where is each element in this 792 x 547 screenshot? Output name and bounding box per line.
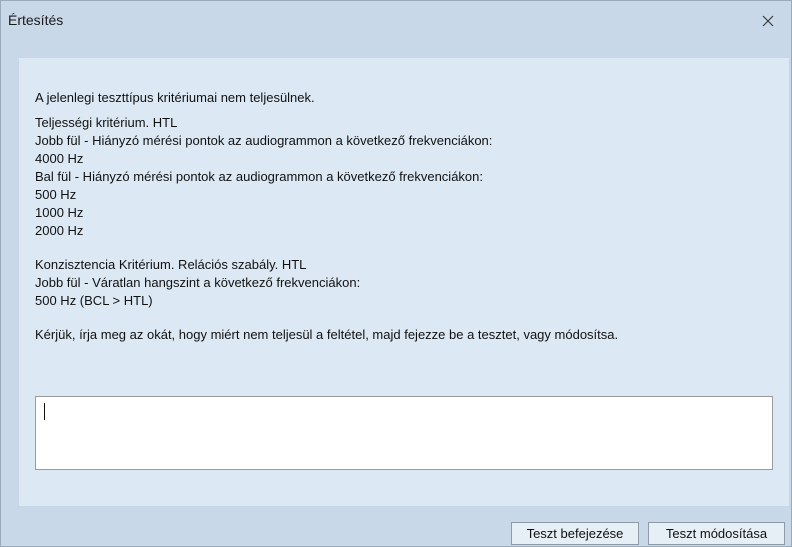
finish-test-button[interactable]: Teszt befejezése: [511, 522, 639, 545]
completeness-left-ear: Bal fül - Hiányzó mérési pontok az audio…: [35, 169, 483, 184]
notification-dialog: Értesítés A jelenlegi teszttípus kritéri…: [0, 0, 792, 547]
text-cursor: [44, 403, 45, 420]
frequency-item: 500 Hz: [35, 187, 77, 202]
frequency-item: 1000 Hz: [35, 205, 84, 220]
message-panel: A jelenlegi teszttípus kritériumai nem t…: [19, 58, 789, 506]
frequency-item: 500 Hz (BCL > HTL): [35, 293, 153, 308]
close-button[interactable]: [745, 1, 791, 40]
close-icon: [762, 15, 774, 27]
modify-test-button[interactable]: Teszt módosítása: [648, 522, 785, 545]
reason-input[interactable]: [35, 396, 773, 470]
frequency-item: 2000 Hz: [35, 223, 84, 238]
completeness-header: Teljességi kritérium. HTL: [35, 115, 178, 130]
intro-text: A jelenlegi teszttípus kritériumai nem t…: [35, 90, 315, 105]
frequency-item: 4000 Hz: [35, 151, 84, 166]
instruction-text: Kérjük, írja meg az okát, hogy miért nem…: [35, 327, 619, 342]
consistency-right-ear: Jobb fül - Váratlan hangszint a következ…: [35, 275, 361, 290]
completeness-right-ear: Jobb fül - Hiányzó mérési pontok az audi…: [35, 133, 493, 148]
title-bar[interactable]: Értesítés: [1, 1, 791, 40]
dialog-title: Értesítés: [8, 12, 64, 28]
message-text: A jelenlegi teszttípus kritériumai nem t…: [35, 89, 618, 344]
consistency-header: Konzisztencia Kritérium. Relációs szabál…: [35, 257, 307, 272]
